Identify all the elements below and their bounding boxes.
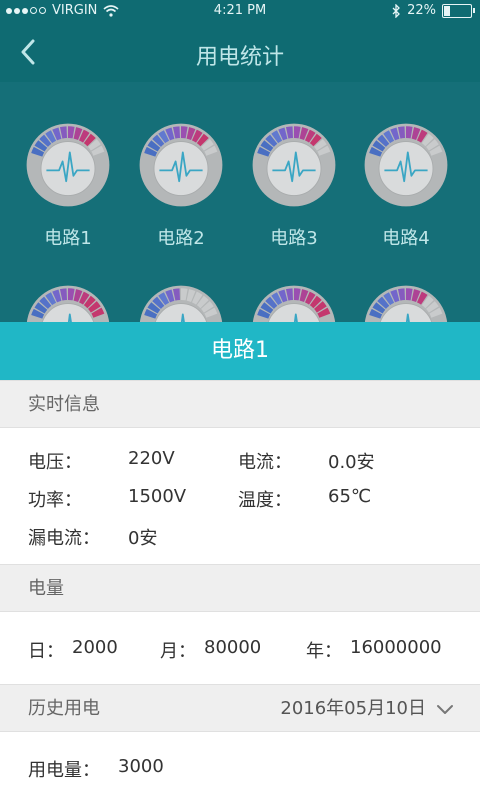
circuit-item-7[interactable]: [244, 282, 344, 322]
circuit-label: 电路3: [270, 228, 318, 249]
circuit-item-4[interactable]: 电路4: [356, 120, 456, 250]
temperature-value: 65℃: [328, 486, 372, 507]
current-value: 0.0安: [328, 452, 375, 473]
usage-value: 3000: [118, 756, 164, 777]
leakage-value: 0安: [128, 528, 158, 549]
circuit-item-5[interactable]: [18, 282, 118, 322]
circuit-label: 电路4: [382, 228, 430, 249]
gauge-icon: [26, 285, 110, 322]
power-value: 1500V: [128, 486, 187, 507]
year-value: 16000000: [350, 637, 442, 658]
current-label: 电流：: [238, 452, 292, 473]
gauge-icon: [139, 285, 223, 322]
circuit-item-6[interactable]: [131, 282, 231, 322]
circuit-label: 电路1: [44, 228, 92, 249]
status-bar: VIRGIN 4:21 PM 22%: [0, 0, 480, 22]
energy-info: 日： 2000 月： 80000 年： 16000000: [0, 612, 480, 684]
gauge-icon: [252, 285, 336, 322]
circuit-item-8[interactable]: [356, 282, 456, 322]
gauge-icon: [364, 285, 448, 322]
nav-bar: 用电统计: [0, 22, 480, 82]
circuit-item-3[interactable]: 电路3: [244, 120, 344, 250]
date-picker[interactable]: 2016年05月10日: [280, 685, 454, 733]
circuit-item-1[interactable]: 电路1: [18, 120, 118, 250]
section-title-realtime: 实时信息: [0, 380, 480, 428]
voltage-label: 电压：: [28, 452, 82, 473]
gauge-icon: [26, 123, 110, 207]
voltage-value: 220V: [128, 448, 175, 469]
gauge-icon: [252, 123, 336, 207]
day-value: 2000: [72, 637, 118, 658]
circuit-grid: 电路1 电路2 电路3 电路4: [0, 82, 480, 322]
circuit-item-2[interactable]: 电路2: [131, 120, 231, 250]
chevron-down-icon: [437, 705, 453, 714]
battery-percent: 22%: [407, 3, 436, 18]
usage-label: 用电量：: [28, 760, 100, 781]
battery-info: 22%: [391, 3, 475, 18]
circuit-label: 电路2: [157, 228, 205, 249]
bluetooth-icon: [392, 3, 401, 18]
leakage-label: 漏电流：: [28, 528, 100, 549]
page-title: 用电统计: [195, 45, 284, 70]
gauge-icon: [139, 123, 223, 207]
year-label: 年：: [306, 641, 342, 662]
battery-icon: [442, 3, 475, 18]
day-label: 日：: [28, 641, 64, 662]
history-info: 用电量： 3000: [0, 732, 480, 800]
temperature-label: 温度：: [238, 490, 292, 511]
section-title-history: 历史用电 2016年05月10日: [0, 684, 480, 732]
panel-title: 电路1: [0, 322, 480, 380]
date-picker-value: 2016年05月10日: [280, 698, 426, 719]
realtime-info: 电压： 220V 电流： 0.0安 功率： 1500V 温度： 65℃ 漏电流：…: [0, 428, 480, 564]
section-title-energy: 电量: [0, 564, 480, 612]
gauge-icon: [364, 123, 448, 207]
power-label: 功率：: [28, 490, 82, 511]
history-title: 历史用电: [28, 698, 100, 719]
month-label: 月：: [160, 641, 196, 662]
month-value: 80000: [204, 637, 262, 658]
